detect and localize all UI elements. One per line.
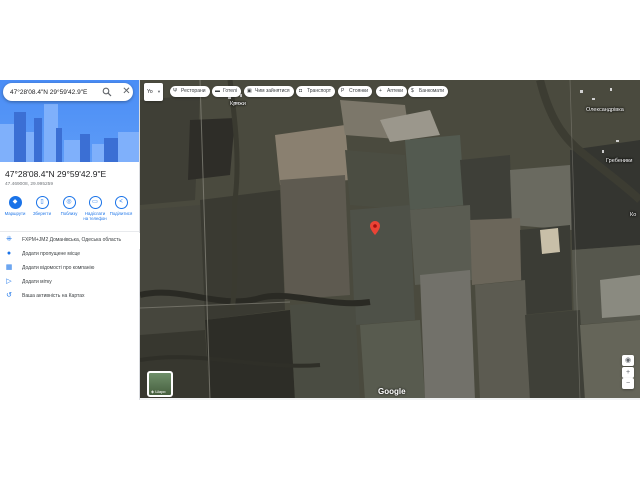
maps-activity-text: Ваша активність на Картах <box>22 293 85 299</box>
send-to-phone-label: Надіслати на телефон <box>83 211 107 221</box>
directions-button[interactable]: ◆ Маршрути <box>3 196 27 216</box>
layers-button[interactable]: ◈ Шари <box>147 371 173 397</box>
search-icon[interactable] <box>102 87 112 97</box>
map-footer-bar <box>140 398 640 400</box>
chip-parking[interactable]: P Стоянки <box>338 86 373 97</box>
restaurant-icon: Ψ <box>173 88 178 94</box>
save-label: Зберегти <box>32 211 52 216</box>
map-place-label[interactable]: Кряжи <box>230 101 246 107</box>
add-missing-place-text: Додати пропущене місце <box>22 251 81 257</box>
satellite-map[interactable]: Yo ▼ Ψ Ресторани ▬ Готелі ▣ Чим зайнятися ◘… <box>140 80 640 400</box>
chip-atms-label: Банкомати <box>419 88 445 94</box>
share-icon: < <box>119 199 123 205</box>
add-label-text: Додати мітку <box>22 279 52 285</box>
search-input[interactable] <box>10 86 100 98</box>
chip-activities-label: Чим зайнятися <box>255 88 290 94</box>
business-icon: ▦ <box>5 264 13 271</box>
map-place-label[interactable]: Олександрівка <box>586 107 624 113</box>
chip-restaurants-label: Ресторани <box>181 88 206 94</box>
chip-pharmacies-label: Аптеки <box>387 88 404 94</box>
parking-icon: P <box>341 88 345 94</box>
minus-icon: − <box>625 380 631 387</box>
save-button[interactable]: ▯ Зберегти <box>30 196 54 216</box>
place-actions: ◆ Маршрути ▯ Зберегти ◎ Поблизу ▭ Надісл… <box>2 196 137 228</box>
bookmark-icon: ▯ <box>40 199 44 205</box>
place-title: 47°28'08.4"N 29°59'42.9"E <box>5 169 107 179</box>
activities-icon: ▣ <box>247 88 252 94</box>
phone-icon: ▭ <box>92 199 98 205</box>
chevron-down-icon: ▼ <box>157 89 161 94</box>
nearby-icon: ◎ <box>66 199 72 205</box>
plus-code-row[interactable]: ⁜ FXPM+JM2 Доманівська, Одеська область <box>5 234 137 246</box>
share-button[interactable]: < Поділитися <box>109 196 133 216</box>
plus-icon: + <box>625 369 631 376</box>
hotel-icon: ▬ <box>215 88 220 94</box>
maps-activity-row[interactable]: ↺ Ваша активність на Картах <box>5 290 137 302</box>
directions-icon: ◆ <box>12 199 18 205</box>
share-label: Поділитися <box>109 211 133 216</box>
add-business-text: Додати відомості про компанію <box>22 265 95 271</box>
chip-pharmacies[interactable]: + Аптеки <box>376 86 408 97</box>
satellite-imagery[interactable] <box>140 80 640 400</box>
chip-parking-label: Стоянки <box>349 88 369 94</box>
place-hero-image[interactable]: ✕ <box>0 80 139 162</box>
nearby-label: Поблизу <box>60 211 78 216</box>
layers-label: ◈ Шари <box>151 389 166 394</box>
transit-icon: ◘ <box>299 88 303 94</box>
send-to-phone-button[interactable]: ▭ Надіслати на телефон <box>83 196 107 221</box>
chip-hotels-label: Готелі <box>223 88 237 94</box>
chip-hotels[interactable]: ▬ Готелі <box>212 86 241 97</box>
my-location-icon: ◉ <box>624 357 632 364</box>
history-icon: ↺ <box>6 292 12 299</box>
map-place-label[interactable]: Гребеники <box>606 158 632 164</box>
zoom-out-button[interactable]: − <box>622 378 634 389</box>
place-coordinates: 47.469008, 29.995259 <box>5 182 54 187</box>
my-location-button[interactable]: ◉ <box>622 355 634 366</box>
add-missing-place-row[interactable]: ● Додати пропущене місце <box>5 248 137 260</box>
label-icon: ▷ <box>6 278 12 285</box>
add-place-icon: ● <box>6 250 12 257</box>
place-panel: ✕ 47°28'08.4"N 29°59'42.9"E 47.469008, 2… <box>0 80 140 400</box>
location-pin-icon[interactable] <box>370 221 380 235</box>
language-select[interactable]: Yo ▼ <box>144 83 163 101</box>
chip-transit[interactable]: ◘ Транспорт <box>296 86 336 97</box>
google-logo: Google <box>378 387 406 396</box>
zoom-in-button[interactable]: + <box>622 367 634 378</box>
divider <box>0 231 139 232</box>
close-icon[interactable]: ✕ <box>121 86 132 97</box>
pluscode-icon: ⁜ <box>6 236 12 243</box>
add-label-row[interactable]: ▷ Додати мітку <box>5 276 137 288</box>
atm-icon: $ <box>411 88 414 94</box>
maps-window: ✕ 47°28'08.4"N 29°59'42.9"E 47.469008, 2… <box>0 80 640 400</box>
chip-atms[interactable]: $ Банкомати <box>408 86 449 97</box>
nearby-button[interactable]: ◎ Поблизу <box>57 196 81 216</box>
directions-label: Маршрути <box>4 211 26 216</box>
search-box: ✕ <box>3 83 133 101</box>
layers-label-text: Шари <box>155 389 166 394</box>
chip-restaurants[interactable]: Ψ Ресторани <box>170 86 210 97</box>
chip-activities[interactable]: ▣ Чим зайнятися <box>244 86 294 97</box>
chip-transit-label: Транспорт <box>307 88 332 94</box>
add-business-row[interactable]: ▦ Додати відомості про компанію <box>5 262 137 274</box>
plus-code-text: FXPM+JM2 Доманівська, Одеська область <box>22 237 122 243</box>
language-value: Yo <box>147 89 153 95</box>
pharmacy-icon: + <box>379 88 382 94</box>
map-place-label[interactable]: Ко <box>630 212 636 218</box>
